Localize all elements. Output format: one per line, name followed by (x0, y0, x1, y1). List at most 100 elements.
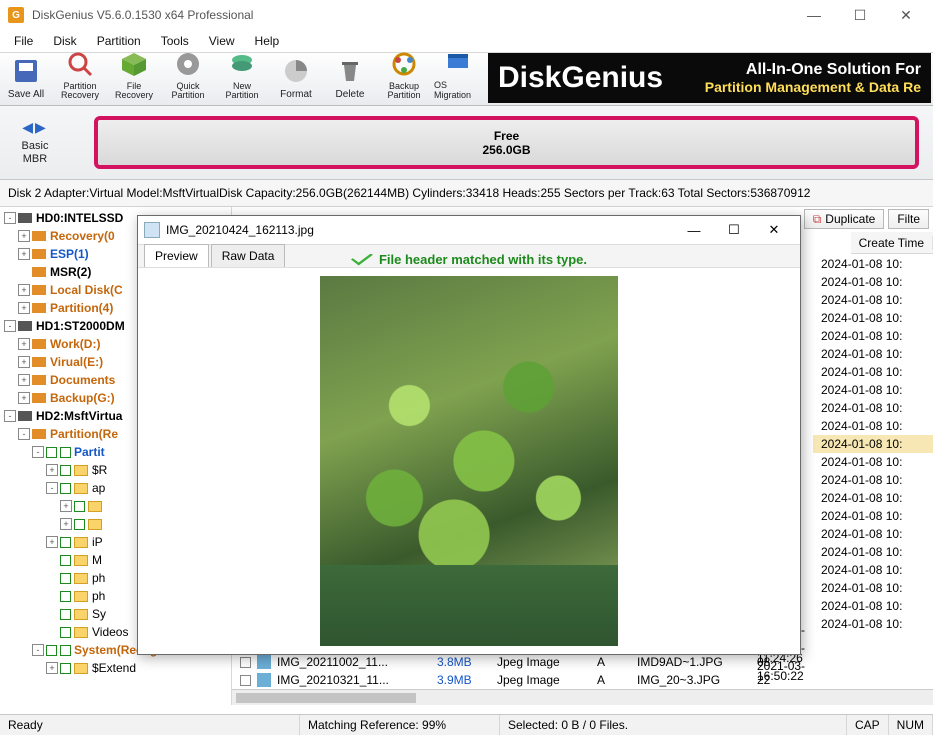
disk-map-free[interactable]: Free 256.0GB (94, 116, 919, 169)
expand-icon[interactable]: - (4, 410, 16, 422)
disk-free-size: 256.0GB (482, 143, 530, 157)
horizontal-scrollbar[interactable] (232, 689, 933, 705)
toolbar-quick-partition[interactable]: Quick Partition (164, 48, 212, 103)
expand-icon[interactable]: - (4, 320, 16, 332)
checkbox-icon[interactable] (60, 537, 71, 548)
minimize-button[interactable]: — (791, 0, 837, 30)
folder-icon (74, 465, 88, 476)
list-create-time[interactable]: 2024-01-08 10: (813, 255, 933, 273)
list-row[interactable]: IMG_20211002_11...3.8MBJpeg ImageAIMD9AD… (232, 653, 813, 671)
expand-icon[interactable]: + (18, 338, 30, 350)
scrollbar-thumb[interactable] (236, 693, 416, 703)
duplicate-button[interactable]: ⧉Duplicate (804, 209, 885, 229)
list-create-time[interactable]: 2024-01-08 10: (813, 291, 933, 309)
expand-icon[interactable]: + (18, 374, 30, 386)
list-create-time[interactable]: 2024-01-08 10: (813, 471, 933, 489)
list-create-time[interactable]: 2024-01-08 10: (813, 561, 933, 579)
expand-icon[interactable]: + (46, 464, 58, 476)
tree-item[interactable]: +$Extend (0, 659, 231, 677)
toolbar-file-recovery[interactable]: File Recovery (110, 48, 158, 103)
file-size: 3.8MB (437, 655, 497, 669)
toolbar-backup-partition[interactable]: Backup Partition (380, 48, 428, 103)
preview-maximize-button[interactable]: ☐ (714, 218, 754, 242)
expand-icon[interactable]: - (4, 212, 16, 224)
expand-icon[interactable]: + (18, 302, 30, 314)
list-create-time[interactable]: 2024-01-08 10: (813, 489, 933, 507)
expand-icon[interactable]: + (46, 662, 58, 674)
tree-label: ESP(1) (50, 247, 89, 261)
expand-icon[interactable]: + (18, 392, 30, 404)
list-create-time[interactable]: 2024-01-08 10: (813, 309, 933, 327)
list-create-time[interactable]: 2024-01-08 10: (813, 453, 933, 471)
folder-icon (88, 501, 102, 512)
file-icon (257, 673, 271, 687)
expand-icon[interactable]: - (46, 482, 58, 494)
toolbar-partition-recovery[interactable]: Partition Recovery (56, 48, 104, 103)
list-create-time[interactable]: 2024-01-08 10: (813, 417, 933, 435)
expand-icon[interactable]: + (18, 284, 30, 296)
list-row[interactable]: IMG_20210321_11...3.9MBJpeg ImageAIMG_20… (232, 671, 813, 689)
checkbox-icon[interactable] (60, 663, 71, 674)
list-create-time[interactable]: 2024-01-08 10: (813, 399, 933, 417)
checkbox-icon[interactable] (74, 519, 85, 530)
list-create-time[interactable]: 2024-01-08 10: (813, 543, 933, 561)
checkbox-icon[interactable] (60, 609, 71, 620)
checkbox-icon[interactable] (74, 501, 85, 512)
disk-row: ◀▶ BasicMBR Free 256.0GB (0, 106, 933, 180)
list-create-time[interactable]: 2024-01-08 10: (813, 579, 933, 597)
list-create-time[interactable]: 2024-01-08 10: (813, 597, 933, 615)
checkbox-icon[interactable] (46, 645, 57, 656)
expand-icon[interactable]: + (60, 500, 72, 512)
list-create-time[interactable]: 2024-01-08 10: (813, 507, 933, 525)
list-create-time[interactable]: 2024-01-08 10: (813, 435, 933, 453)
menu-file[interactable]: File (4, 32, 43, 50)
expand-icon[interactable]: + (18, 248, 30, 260)
expand-icon[interactable]: + (46, 536, 58, 548)
toolbar-format[interactable]: Format (272, 55, 320, 103)
expand-icon[interactable]: + (18, 356, 30, 368)
row-checkbox[interactable] (240, 675, 251, 686)
magnify-icon (64, 48, 96, 80)
toolbar-save-all[interactable]: Save All (2, 55, 50, 103)
checkbox-icon[interactable] (60, 465, 71, 476)
checkbox-icon[interactable] (60, 627, 71, 638)
checkbox-icon[interactable] (46, 447, 57, 458)
col-create-time[interactable]: Create Time (851, 236, 933, 250)
checkbox-icon[interactable] (60, 483, 71, 494)
tab-preview[interactable]: Preview (144, 244, 209, 267)
expand-icon[interactable]: - (32, 644, 44, 656)
nav-arrows-icon[interactable]: ◀▶ (22, 119, 48, 136)
toolbar-new-partition[interactable]: New Partition (218, 48, 266, 103)
expand-icon[interactable]: + (18, 230, 30, 242)
tree-label: ap (92, 481, 105, 495)
tab-raw-data[interactable]: Raw Data (211, 244, 286, 267)
checkmark-icon (351, 254, 373, 266)
maximize-button[interactable]: ☐ (837, 0, 883, 30)
list-create-time[interactable]: 2024-01-08 10: (813, 363, 933, 381)
image-file-icon (144, 222, 160, 238)
filter-button[interactable]: Filte (888, 209, 929, 229)
list-create-time[interactable]: 2024-01-08 10: (813, 381, 933, 399)
close-button[interactable]: ✕ (883, 0, 929, 30)
toolbar-delete[interactable]: Delete (326, 55, 374, 103)
list-create-time[interactable]: 2024-01-08 10: (813, 525, 933, 543)
expand-icon[interactable]: - (32, 446, 44, 458)
tree-label: Work(D:) (50, 337, 100, 351)
preview-close-button[interactable]: ✕ (754, 218, 794, 242)
tree-label: iP (92, 535, 103, 549)
checkbox-icon[interactable] (60, 555, 71, 566)
list-create-time[interactable]: 2024-01-08 10: (813, 345, 933, 363)
list-create-time[interactable]: 2024-01-08 10: (813, 273, 933, 291)
list-create-time[interactable]: 2024-01-08 10: (813, 615, 933, 633)
expand-icon[interactable]: + (60, 518, 72, 530)
list-create-time[interactable]: 2024-01-08 10: (813, 327, 933, 345)
preview-minimize-button[interactable]: — (674, 218, 714, 242)
folder-icon (74, 573, 88, 584)
toolbar-os-migration[interactable]: OS Migration (434, 46, 482, 103)
checkbox-icon[interactable] (60, 591, 71, 602)
partition-icon (32, 375, 46, 385)
expand-icon[interactable]: - (18, 428, 30, 440)
checkbox-icon[interactable] (60, 573, 71, 584)
preview-titlebar[interactable]: IMG_20210424_162113.jpg — ☐ ✕ (138, 216, 800, 244)
row-checkbox[interactable] (240, 657, 251, 668)
